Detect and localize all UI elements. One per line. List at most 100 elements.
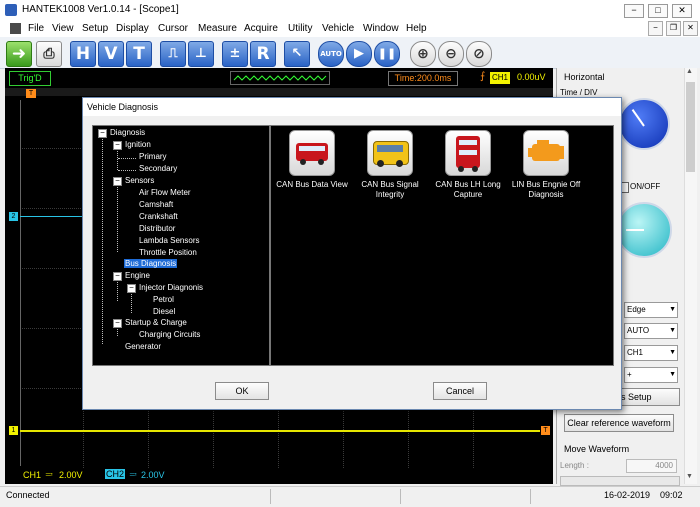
trigger-position-marker[interactable]: T	[26, 89, 36, 98]
diagnosis-tree[interactable]: − Diagnosis − Ignition Primary Secondary…	[92, 125, 270, 366]
move-scrollbar[interactable]	[560, 476, 680, 486]
card-lin-bus-engine-off-diagnosis[interactable]: LIN Bus Engnie Off Diagnosis	[507, 130, 585, 200]
tree-node-distributor[interactable]: Distributor	[139, 224, 175, 233]
close-button[interactable]: ✕	[672, 4, 692, 18]
ch1-scale-value: 2.00V	[59, 470, 83, 480]
menu-setup[interactable]: Setup	[82, 23, 108, 34]
reset-icon[interactable]: ⊘	[466, 41, 492, 67]
tree-node-throttle-position[interactable]: Throttle Position	[139, 248, 197, 257]
length-label: Length :	[560, 461, 589, 470]
dialog-title: Vehicle Diagnosis	[87, 102, 159, 112]
zoom-out-icon[interactable]: ⊖	[438, 41, 464, 67]
menu-bar: File View Setup Display Cursor Measure A…	[0, 20, 700, 37]
trigger-slope-select[interactable]: + ▼	[624, 367, 678, 383]
tree-node-sensors[interactable]: Sensors	[125, 176, 154, 185]
maximize-button[interactable]: □	[648, 4, 668, 18]
menu-display[interactable]: Display	[116, 23, 149, 34]
expander-engine[interactable]: −	[113, 272, 122, 281]
run-icon[interactable]: ▶	[346, 41, 372, 67]
time-base-readout: Time:200.0ms	[388, 71, 458, 86]
move-waveform-label: Move Waveform	[564, 444, 630, 454]
tree-node-air-flow-meter[interactable]: Air Flow Meter	[139, 188, 191, 197]
expander-diagnosis[interactable]: −	[98, 129, 107, 138]
toolbar: ➜ ⎙ H V T ⎍ ⊥ ± R ↖ AUTO ▶ ❚❚ ⊕ ⊖ ⊘	[0, 37, 700, 69]
length-input[interactable]: 4000	[626, 459, 677, 473]
time-div-knob[interactable]	[618, 98, 670, 150]
card-can-bus-signal-integrity[interactable]: CAN Bus Signal Integrity	[351, 130, 429, 200]
menu-cursor[interactable]: Cursor	[158, 23, 188, 34]
trigger-level-marker[interactable]: T	[541, 426, 550, 435]
minimize-button[interactable]: −	[624, 4, 644, 18]
trigger-fall-icon[interactable]: ⊥	[188, 41, 214, 67]
trigger-mode-select[interactable]: AUTO ▼	[624, 323, 678, 339]
expander-startup[interactable]: −	[113, 319, 122, 328]
pause-icon[interactable]: ❚❚	[374, 41, 400, 67]
card-can-bus-lh-long-capture[interactable]: CAN Bus LH Long Capture	[429, 130, 507, 200]
expander-injector[interactable]: −	[127, 284, 136, 293]
on-off-label: ON/OFF	[630, 182, 661, 191]
scope-footer: CH1 ≕ 2.00V CH2 ≕ 2.00V	[5, 468, 553, 484]
menu-help[interactable]: Help	[406, 23, 427, 34]
tree-node-ignition[interactable]: Ignition	[125, 140, 151, 149]
dialog-title-bar: Vehicle Diagnosis	[83, 98, 621, 116]
mdi-restore-button[interactable]: ❐	[666, 21, 681, 36]
menu-measure[interactable]: Measure	[198, 23, 237, 34]
trigger-setup-button[interactable]: s Setup	[618, 388, 680, 406]
tree-node-charging-circuits[interactable]: Charging Circuits	[139, 330, 200, 339]
cancel-button[interactable]: Cancel	[433, 382, 487, 400]
load-icon[interactable]: ➜	[6, 41, 32, 67]
trigger-source-select[interactable]: CH1 ▼	[624, 345, 678, 361]
window-title: HANTEK1008 Ver1.0.14 - [Scope1]	[22, 4, 179, 15]
tree-node-lambda-sensors[interactable]: Lambda Sensors	[139, 236, 199, 245]
horizontal-label: Horizontal	[564, 72, 605, 82]
menu-window[interactable]: Window	[363, 23, 399, 34]
tree-node-startup-charge[interactable]: Startup & Charge	[125, 318, 187, 327]
reference-button-r[interactable]: R	[250, 41, 276, 67]
clear-reference-button[interactable]: Clear reference waveform	[564, 414, 674, 432]
trigger-level: 0.00uV	[517, 72, 546, 82]
tree-node-primary[interactable]: Primary	[139, 152, 167, 161]
time-div-label: Time / DIV	[560, 88, 598, 97]
trigger-rise-icon[interactable]: ⎍	[160, 41, 186, 67]
zoom-in-icon[interactable]: ⊕	[410, 41, 436, 67]
tree-node-secondary[interactable]: Secondary	[139, 164, 177, 173]
mdi-minimize-button[interactable]: −	[648, 21, 663, 36]
expander-ignition[interactable]: −	[113, 141, 122, 150]
menu-utility[interactable]: Utility	[288, 23, 312, 34]
cursor-icon[interactable]: ↖	[284, 41, 310, 67]
scope-header: Trig'D Time:200.0ms ⨍ CH1 0.00uV	[5, 68, 553, 88]
tree-node-bus-diagnosis[interactable]: Bus Diagnosis	[124, 259, 178, 268]
ch2-marker[interactable]: 2	[9, 212, 18, 221]
ch1-marker[interactable]: 1	[9, 426, 18, 435]
channel-button-t[interactable]: T	[126, 41, 152, 67]
menu-acquire[interactable]: Acquire	[244, 23, 278, 34]
auto-button[interactable]: AUTO	[318, 41, 344, 67]
trigger-edge-icon: ⨍	[480, 71, 486, 82]
math-icon[interactable]: ±	[222, 41, 248, 67]
menu-view[interactable]: View	[52, 23, 74, 34]
expander-sensors[interactable]: −	[113, 177, 122, 186]
tree-node-injector-diagnosis[interactable]: Injector Diagnonis	[139, 283, 203, 292]
tree-node-crankshaft[interactable]: Crankshaft	[139, 212, 178, 221]
channel-button-h[interactable]: H	[70, 41, 96, 67]
position-knob[interactable]	[616, 202, 672, 258]
menu-file[interactable]: File	[28, 23, 44, 34]
mdi-close-button[interactable]: ✕	[683, 21, 698, 36]
vehicle-diagnosis-dialog: Vehicle Diagnosis − Diagnosis − Ignition…	[82, 97, 622, 410]
ch2-scale-value: 2.00V	[141, 470, 165, 480]
print-icon[interactable]: ⎙	[36, 41, 62, 67]
tree-node-diesel[interactable]: Diesel	[153, 307, 175, 316]
menu-vehicle[interactable]: Vehicle	[322, 23, 354, 34]
ch1-trace	[20, 430, 540, 432]
ok-button[interactable]: OK	[215, 382, 269, 400]
tree-node-engine[interactable]: Engine	[125, 271, 150, 280]
tree-node-petrol[interactable]: Petrol	[153, 295, 174, 304]
trigger-type-select[interactable]: Edge ▼	[624, 302, 678, 318]
tree-node-camshaft[interactable]: Camshaft	[139, 200, 173, 209]
tree-node-diagnosis[interactable]: Diagnosis	[110, 128, 145, 137]
channel-button-v[interactable]: V	[98, 41, 124, 67]
tree-node-generator[interactable]: Generator	[125, 342, 161, 351]
panel-scrollbar[interactable]: ▲ ▼	[684, 68, 697, 484]
card-can-bus-data-view[interactable]: CAN Bus Data View	[273, 130, 351, 190]
red-bus-icon	[289, 130, 335, 176]
